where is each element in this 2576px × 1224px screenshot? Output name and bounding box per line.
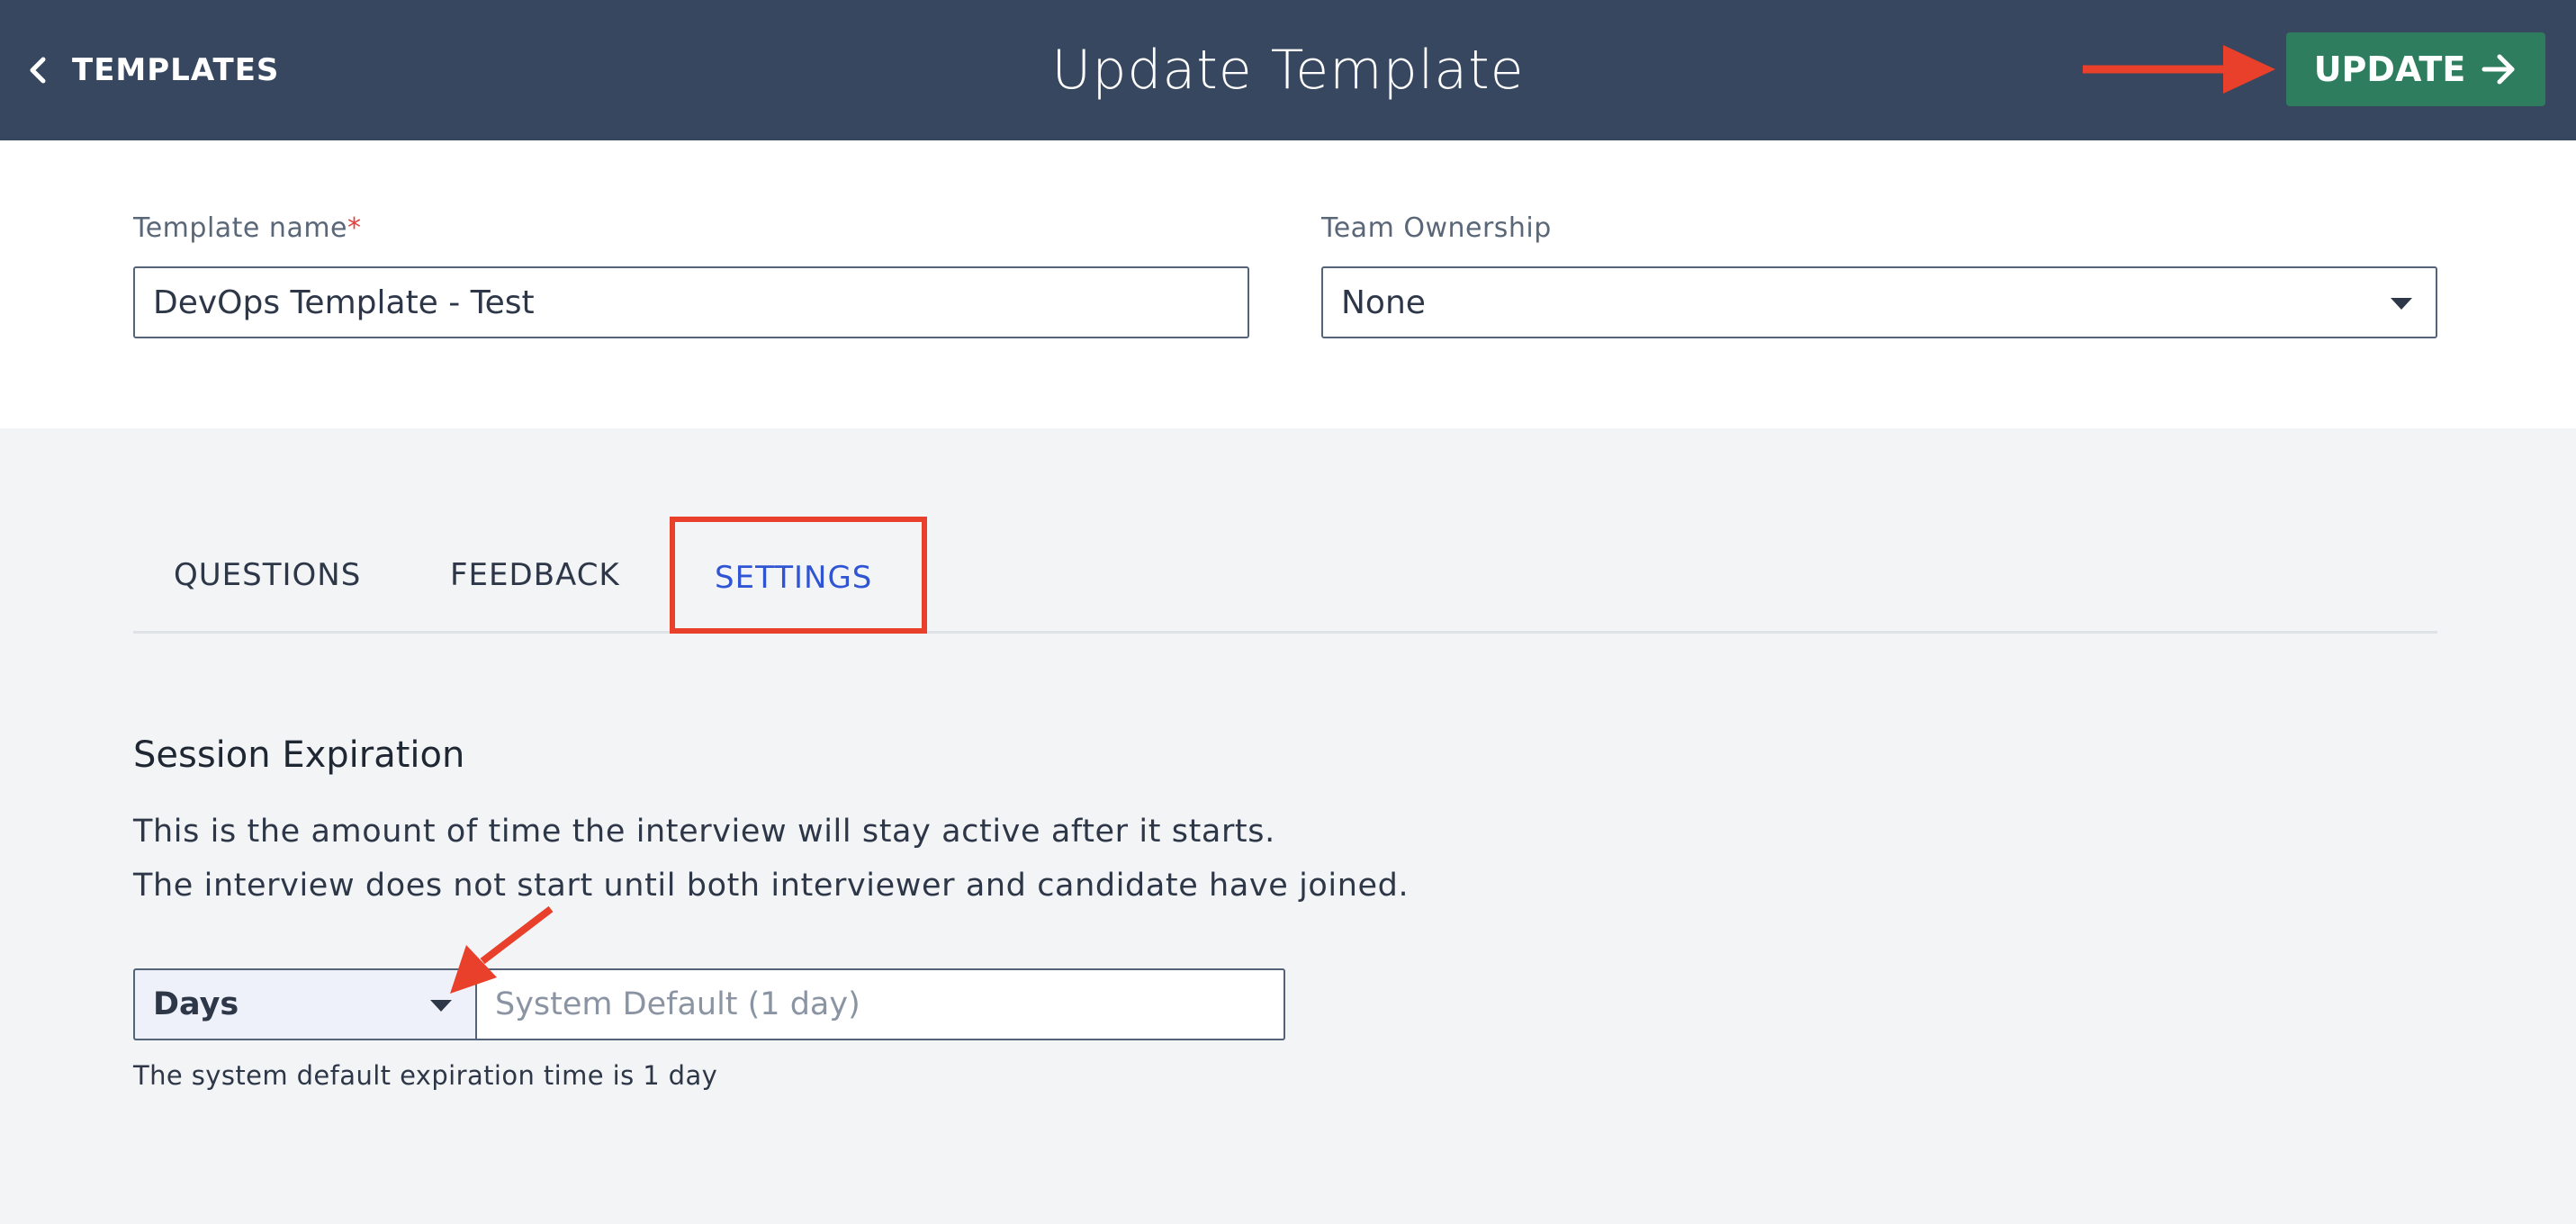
annotation-arrow-icon — [450, 905, 554, 994]
duration-input[interactable] — [475, 968, 1285, 1040]
required-mark: * — [347, 212, 362, 244]
caret-down-icon — [430, 1000, 452, 1012]
team-ownership-select[interactable]: None — [1321, 266, 2437, 338]
template-name-label: Template name* — [133, 212, 362, 244]
tab-settings-label: SETTINGS — [715, 560, 873, 596]
team-ownership-value: None — [1341, 284, 1426, 321]
expiration-duration-group: Days — [133, 968, 1285, 1040]
caret-down-icon — [2391, 298, 2412, 310]
expiration-help-text: The system default expiration time is 1 … — [133, 1060, 718, 1091]
template-name-input[interactable] — [133, 266, 1249, 338]
tab-questions-label: QUESTIONS — [174, 557, 362, 593]
tab-feedback[interactable]: FEEDBACK — [450, 517, 620, 634]
session-expiration-heading: Session Expiration — [133, 734, 465, 776]
update-button-label: UPDATE — [2313, 50, 2466, 89]
time-unit-value: Days — [153, 986, 239, 1022]
template-tabs: QUESTIONS FEEDBACK SETTINGS — [133, 517, 2437, 634]
arrow-right-icon — [2481, 54, 2515, 85]
description-line-2: The interview does not start until both … — [133, 868, 1410, 904]
description-line-1: This is the amount of time the interview… — [133, 814, 1275, 850]
tab-settings[interactable]: SETTINGS — [715, 519, 872, 636]
template-name-label-text: Template name — [133, 212, 348, 244]
top-bar: TEMPLATES Update Template UPDATE — [0, 0, 2576, 140]
annotation-arrow-icon — [2083, 45, 2275, 94]
time-unit-select[interactable]: Days — [133, 968, 475, 1040]
template-details-panel: Template name* Team Ownership None — [0, 140, 2576, 428]
tab-feedback-label: FEEDBACK — [450, 557, 620, 593]
team-ownership-label: Team Ownership — [1321, 212, 1552, 244]
tab-questions[interactable]: QUESTIONS — [174, 517, 361, 634]
update-button[interactable]: UPDATE — [2286, 32, 2545, 106]
